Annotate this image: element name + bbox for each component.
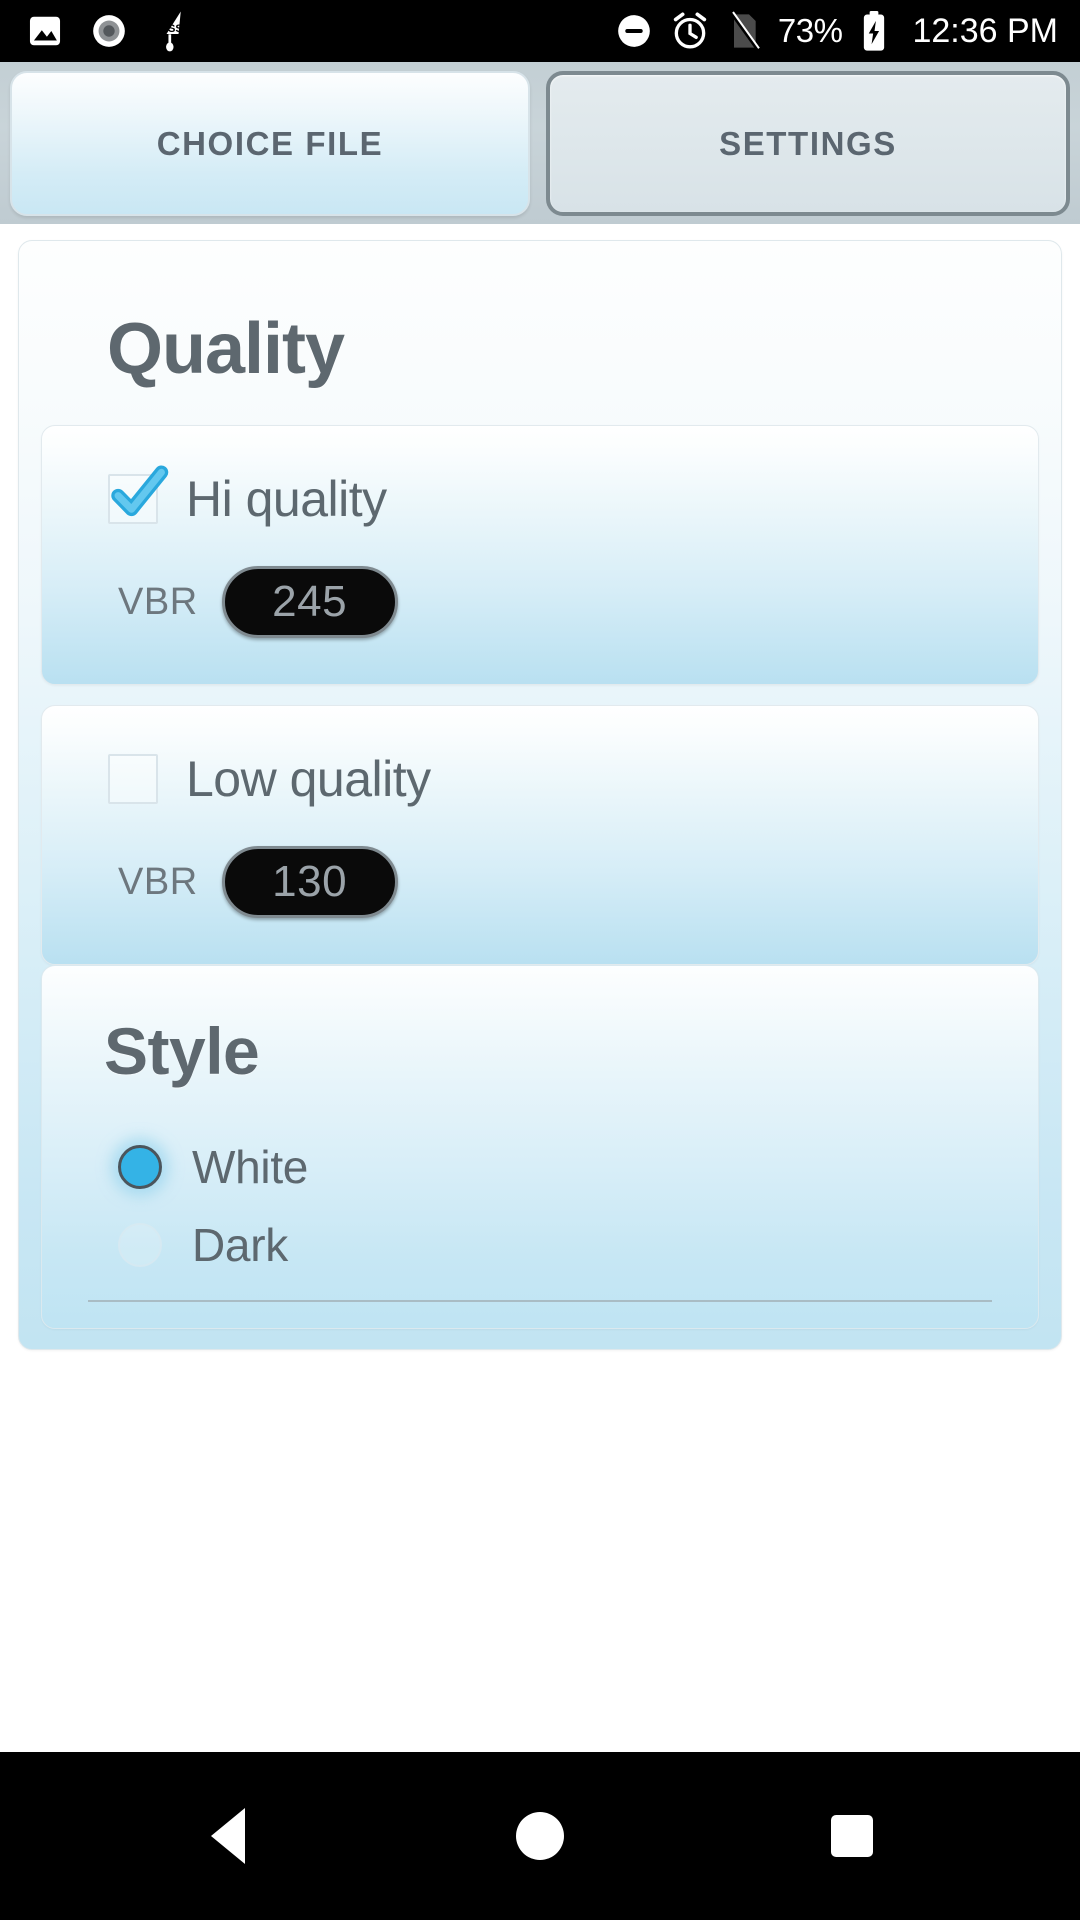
svg-text:SSH: SSH [168, 23, 191, 35]
low-quality-option-card: Low quality VBR 130 [41, 705, 1039, 965]
radio-white-icon[interactable] [118, 1145, 162, 1189]
style-option-white[interactable]: White [118, 1128, 1038, 1206]
navigation-bar [0, 1752, 1080, 1920]
hi-quality-vbr-value: 245 [272, 577, 348, 626]
recent-apps-button[interactable] [807, 1791, 897, 1881]
style-divider [88, 1300, 992, 1302]
quality-title: Quality [107, 309, 345, 389]
image-icon [26, 12, 64, 50]
status-bar-system-icons: 73% 12:36 PM [615, 10, 1058, 52]
low-quality-label: Low quality [186, 751, 431, 807]
status-bar-notification-icons: SSH [26, 10, 194, 52]
phone-screen: SSH 73% 12:36 PM CHOICE FILE SETTINGS Qu… [0, 0, 1080, 1920]
battery-charging-icon [859, 10, 889, 52]
hi-quality-label: Hi quality [186, 471, 387, 527]
tab-settings-label: SETTINGS [719, 124, 897, 162]
low-quality-row[interactable]: Low quality [108, 754, 1038, 804]
back-triangle-icon [211, 1808, 245, 1864]
alarm-icon [670, 11, 710, 51]
status-bar-clock: 12:36 PM [912, 11, 1058, 50]
low-quality-vbr-input[interactable]: 130 [221, 846, 398, 918]
hi-quality-checkbox[interactable] [108, 465, 169, 524]
home-circle-icon [516, 1812, 564, 1860]
hi-quality-row[interactable]: Hi quality [108, 465, 1038, 527]
low-quality-checkbox[interactable] [108, 754, 158, 804]
back-button[interactable] [183, 1791, 273, 1881]
low-quality-vbr-row: VBR 130 [118, 846, 1038, 918]
tab-choice-file[interactable]: CHOICE FILE [10, 71, 530, 216]
settings-content: Quality Hi quality VBR 245 Low quality V… [0, 224, 1080, 1752]
low-quality-vbr-label: VBR [118, 860, 198, 903]
do-not-disturb-icon [615, 12, 653, 50]
status-bar: SSH 73% 12:36 PM [0, 0, 1080, 62]
record-icon [90, 12, 128, 50]
tab-bar: CHOICE FILE SETTINGS [0, 62, 1080, 224]
hi-quality-option-card: Hi quality VBR 245 [41, 425, 1039, 685]
hi-quality-vbr-input[interactable]: 245 [221, 566, 398, 638]
low-quality-vbr-value: 130 [272, 857, 348, 906]
no-sim-icon [727, 11, 761, 51]
checkmark-icon [106, 460, 172, 526]
hi-quality-vbr-label: VBR [118, 580, 198, 623]
radio-dark-icon[interactable] [118, 1223, 162, 1267]
style-dark-label: Dark [192, 1219, 288, 1271]
quality-panel: Quality Hi quality VBR 245 Low quality V… [18, 240, 1062, 1350]
tab-choice-file-label: CHOICE FILE [156, 124, 384, 162]
hi-quality-vbr-row: VBR 245 [118, 566, 1038, 638]
home-button[interactable] [495, 1791, 585, 1881]
tab-settings[interactable]: SETTINGS [546, 71, 1070, 216]
ssh-icon: SSH [154, 10, 194, 52]
style-card: Style White Dark [41, 965, 1039, 1329]
style-white-label: White [192, 1141, 309, 1193]
recent-square-icon [831, 1815, 873, 1857]
style-title: Style [104, 1014, 260, 1088]
style-option-dark[interactable]: Dark [118, 1206, 1038, 1284]
battery-percent-label: 73% [777, 12, 843, 49]
